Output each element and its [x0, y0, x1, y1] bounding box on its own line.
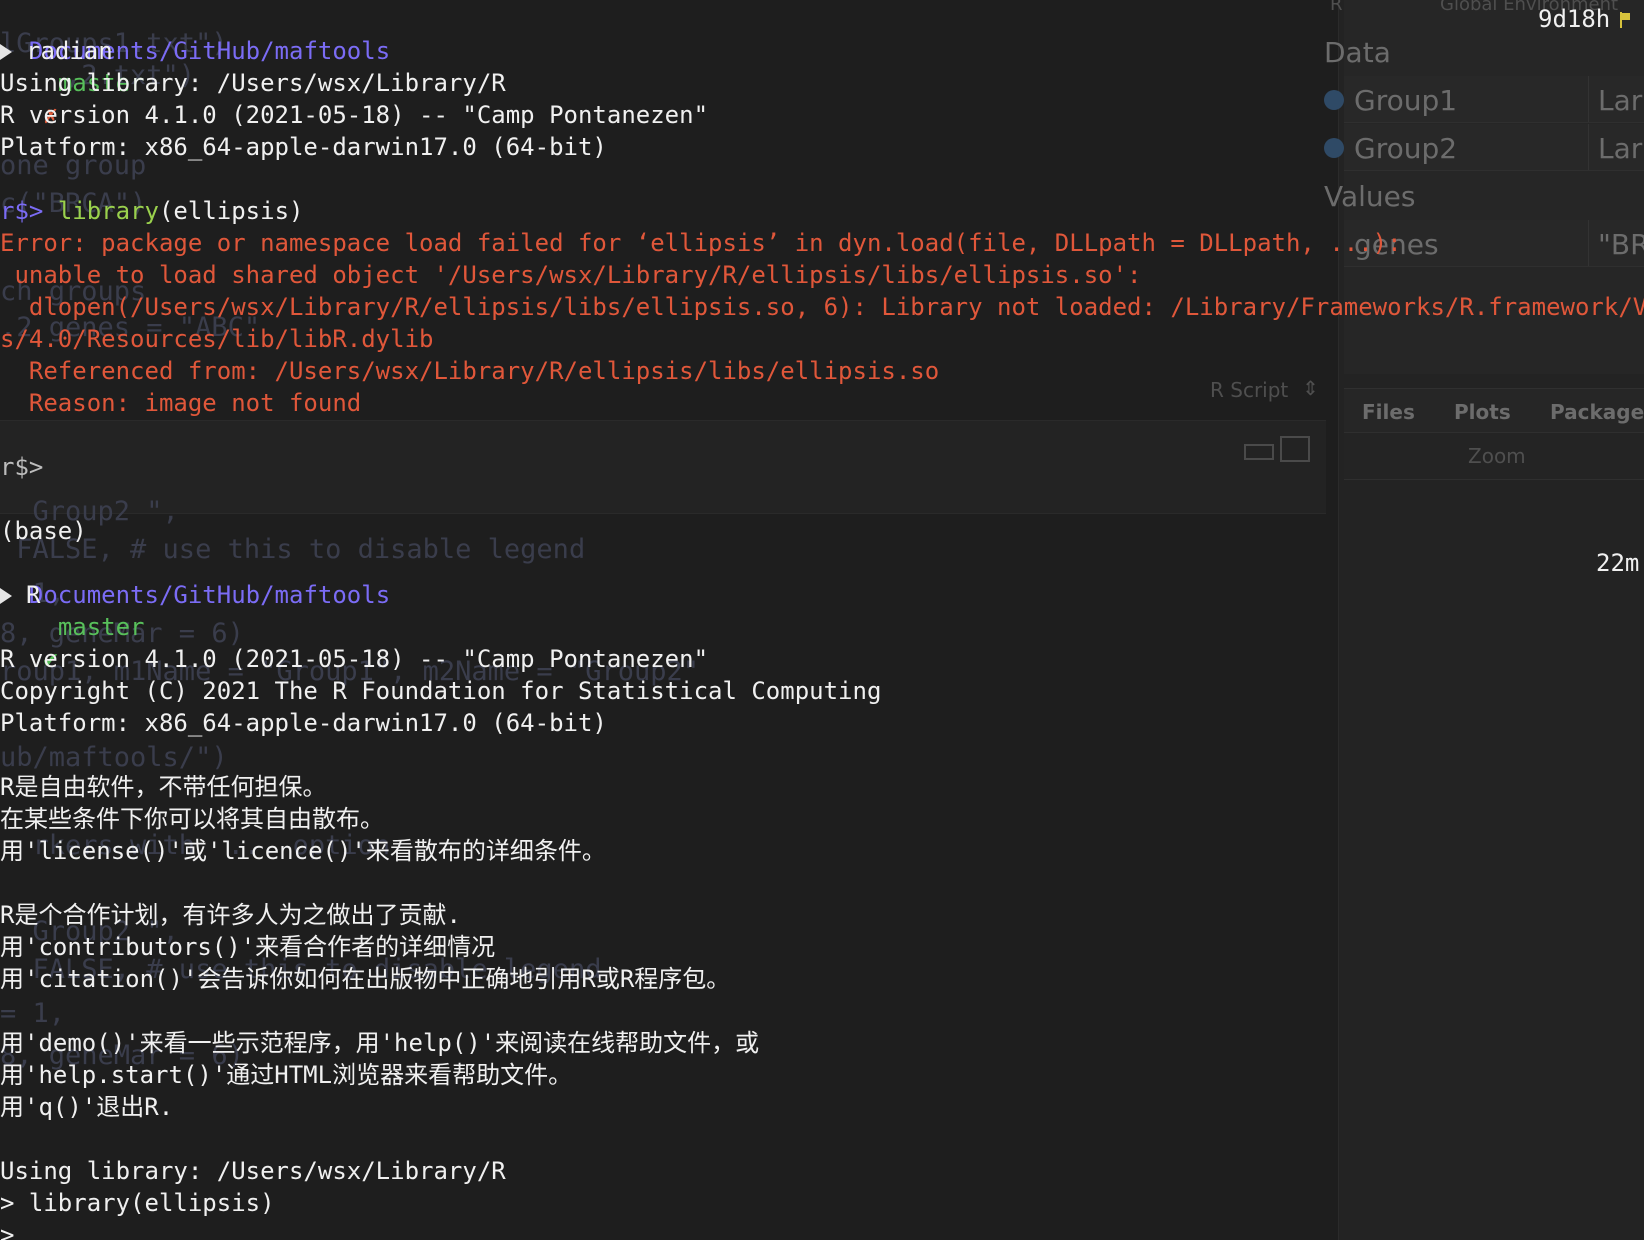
duration-text: 9d18h — [1538, 5, 1611, 33]
shell-prompt-line: Documents/GitHub/maftools master ✔ — [0, 547, 390, 673]
shell-command: R — [26, 581, 41, 609]
banner-line: 在某些条件下你可以将其自由散布。 — [0, 805, 384, 833]
output-line: Using library: /Users/wsx/Library/R — [0, 69, 506, 97]
console-pane-header — [0, 420, 1326, 514]
data-row-value: Lar — [1598, 84, 1643, 117]
expand-icon[interactable] — [1324, 138, 1344, 158]
r-input-line: > library(ellipsis) — [0, 1189, 275, 1217]
expand-icon[interactable] — [1324, 90, 1344, 110]
shell-command-line: radian — [0, 35, 113, 67]
tab-packages[interactable]: Package — [1550, 400, 1644, 424]
banner-line: 用'help.start()'通过HTML浏览器来看帮助文件。 — [0, 1061, 573, 1089]
shell-command-line: R — [0, 579, 40, 611]
values-header: Values — [1324, 180, 1416, 213]
data-row-value: Lar — [1598, 132, 1643, 165]
banner-line: Platform: x86_64-apple-darwin17.0 (64-bi… — [0, 709, 607, 737]
cwd-path: Documents/GitHub/maftools — [28, 581, 391, 609]
env-toolbar-r[interactable]: R — [1330, 0, 1343, 15]
banner-line: 用'license()'或'licence()'来看散布的详细条件。 — [0, 837, 606, 865]
flag-icon — [1620, 12, 1631, 28]
banner-line: R version 4.1.0 (2021-05-18) -- "Camp Po… — [0, 645, 709, 673]
editor-ghost-line: ub/maftools/") — [0, 742, 228, 773]
prompt-arrow-icon — [0, 44, 12, 60]
script-type-selector[interactable]: R Script — [1210, 378, 1288, 402]
data-row-name: Group2 — [1354, 132, 1458, 165]
r-prompt: > — [0, 1221, 15, 1240]
r-prompt: r$> — [0, 197, 44, 225]
function-args: (ellipsis) — [158, 197, 304, 225]
error-line: dlopen(/Users/wsx/Library/R/ellipsis/lib… — [0, 293, 1644, 321]
command-duration: 22m — [1596, 549, 1640, 577]
tab-plots[interactable]: Plots — [1454, 400, 1511, 424]
error-line: s/4.0/Resources/lib/libR.dylib — [0, 325, 434, 353]
data-row-name: Group1 — [1354, 84, 1458, 117]
banner-line: Copyright (C) 2021 The R Foundation for … — [0, 677, 882, 705]
output-line: Platform: x86_64-apple-darwin17.0 (64-bi… — [0, 133, 607, 161]
banner-line: 用'contributors()'来看合作者的详细情况 — [0, 933, 496, 961]
banner-line: 用'citation()'会告诉你如何在出版物中正确地引用R或R程序包。 — [0, 965, 731, 993]
shell-command: radian — [26, 37, 113, 65]
banner-line: R是个合作计划，有许多人为之做出了贡献. — [0, 901, 461, 929]
tab-files[interactable]: Files — [1362, 400, 1415, 424]
banner-line: Using library: /Users/wsx/Library/R — [0, 1157, 506, 1185]
r-prompt-current[interactable]: > — [0, 1219, 14, 1240]
r-input-line: r$> library(ellipsis) — [0, 195, 303, 227]
values-row-value: "BR — [1598, 228, 1644, 261]
error-line: Referenced from: /Users/wsx/Library/R/el… — [0, 357, 940, 385]
git-branch: master — [57, 613, 145, 641]
banner-line: 用'q()'退出R. — [0, 1093, 174, 1121]
minimize-icon[interactable] — [1244, 444, 1274, 460]
r-prompt-final[interactable]: r$> — [0, 451, 43, 483]
prompt-arrow-icon — [0, 588, 12, 604]
maximize-icon[interactable] — [1280, 436, 1310, 462]
error-line: Error: package or namespace load failed … — [0, 229, 1402, 257]
error-line: unable to load shared object '/Users/wsx… — [0, 261, 1142, 289]
banner-line: R是自由软件，不带任何担保。 — [0, 773, 327, 801]
command-duration: 9d18h — [1538, 3, 1631, 35]
data-header: Data — [1324, 36, 1391, 69]
conda-env: (base) — [0, 517, 87, 545]
zoom-button[interactable]: Zoom — [1468, 444, 1526, 468]
error-line: Reason: image not found — [0, 389, 362, 417]
editor-ghost-line: = 1, — [0, 998, 66, 1029]
chevron-updown-icon: ⇕ — [1302, 376, 1319, 400]
banner-line: 用'demo()'来看一些示范程序，用'help()'来阅读在线帮助文件，或 — [0, 1029, 760, 1057]
output-line: R version 4.1.0 (2021-05-18) -- "Camp Po… — [0, 101, 709, 129]
shell-prompt-line: Documents/GitHub/maftools master ✗ — [0, 3, 390, 129]
function-name: library — [57, 197, 159, 225]
